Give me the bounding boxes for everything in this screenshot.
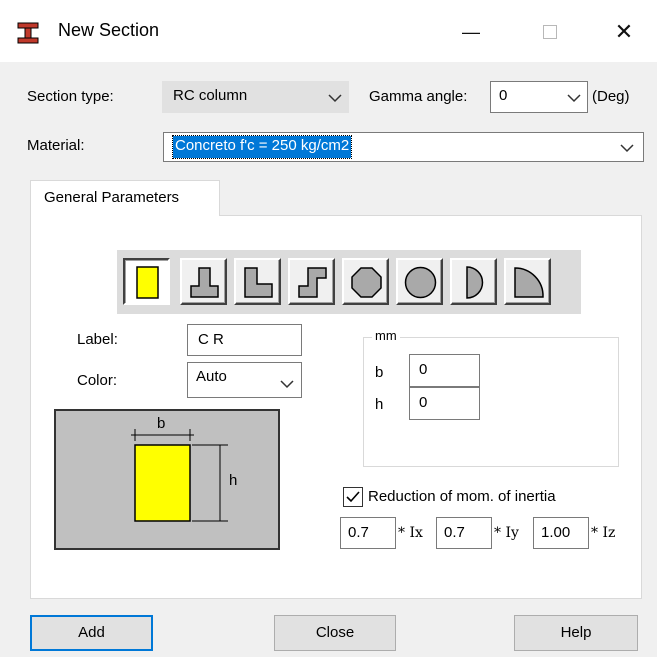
b-dimension-label: b: [375, 364, 384, 381]
gamma-angle-select[interactable]: 0: [490, 81, 588, 113]
section-preview: b h: [54, 409, 280, 550]
shape-z-button[interactable]: [288, 258, 335, 305]
section-preview-drawing: [131, 429, 228, 522]
iz-factor-label: * Iz: [591, 525, 616, 541]
shape-octagon-button[interactable]: [342, 258, 389, 305]
close-button[interactable]: Close: [274, 615, 396, 651]
shape-quarter-circle-button[interactable]: [504, 258, 551, 305]
inertia-reduction-checkbox[interactable]: [343, 487, 363, 507]
shape-circle-button[interactable]: [396, 258, 443, 305]
tab-general-parameters[interactable]: General Parameters: [30, 180, 220, 216]
section-type-select[interactable]: RC column: [162, 81, 349, 113]
chevron-down-icon: [620, 144, 634, 153]
material-label: Material:: [27, 137, 85, 154]
gamma-angle-unit: (Deg): [592, 88, 630, 105]
iy-factor-input[interactable]: 0.7: [436, 517, 492, 549]
iz-factor-value: 1.00: [541, 524, 571, 541]
checkmark-icon: [346, 491, 360, 503]
preview-h-label: h: [229, 472, 238, 489]
octagon-shape-icon: [351, 267, 382, 298]
h-dimension-input[interactable]: 0: [409, 387, 480, 420]
inverted-t-shape-icon: [190, 267, 219, 298]
label-input[interactable]: C R: [187, 324, 302, 356]
label-field-label: Label:: [77, 331, 118, 348]
dimensions-group: mm: [363, 328, 619, 467]
section-type-label: Section type:: [27, 88, 114, 105]
ix-factor-label: * Ix: [398, 525, 423, 541]
gamma-angle-label: Gamma angle:: [369, 88, 468, 105]
half-circle-shape-icon: [466, 266, 484, 299]
color-select[interactable]: Auto: [187, 362, 302, 398]
inertia-reduction-label: Reduction of mom. of inertia: [368, 488, 556, 505]
h-dimension-value: 0: [419, 394, 428, 411]
shape-inverted-t-button[interactable]: [180, 258, 227, 305]
close-icon: ✕: [614, 19, 634, 44]
title-bar: New Section — ✕: [0, 0, 657, 62]
chevron-down-icon: [328, 94, 342, 103]
ix-factor-value: 0.7: [348, 524, 369, 541]
shape-l-button[interactable]: [234, 258, 281, 305]
color-select-value: Auto: [196, 368, 227, 385]
iz-factor-input[interactable]: 1.00: [533, 517, 589, 549]
chevron-down-icon: [280, 380, 294, 389]
quarter-circle-shape-icon: [514, 267, 544, 298]
help-button[interactable]: Help: [514, 615, 638, 651]
color-field-label: Color:: [77, 372, 118, 389]
iy-factor-label: * Iy: [494, 525, 519, 541]
minimize-button[interactable]: —: [448, 12, 494, 52]
b-dimension-input[interactable]: 0: [409, 354, 480, 387]
gamma-angle-value: 0: [499, 87, 508, 104]
h-dimension-label: h: [375, 396, 384, 413]
l-shape-icon: [244, 267, 273, 298]
material-value: Concreto f'c = 250 kg/cm2: [171, 135, 353, 159]
shape-rectangle-button[interactable]: [123, 258, 170, 305]
window-title: New Section: [58, 20, 160, 40]
ix-factor-input[interactable]: 0.7: [340, 517, 396, 549]
circle-shape-icon: [404, 266, 437, 299]
maximize-icon: [543, 25, 557, 39]
b-dimension-value: 0: [419, 361, 428, 378]
z-shape-icon: [298, 267, 327, 298]
shape-half-circle-button[interactable]: [450, 258, 497, 305]
section-i-beam-icon: [17, 22, 39, 44]
maximize-button: [527, 12, 573, 52]
rectangle-shape-icon: [136, 266, 159, 299]
tab-general-parameters-label: General Parameters: [44, 189, 180, 206]
close-window-button[interactable]: ✕: [601, 12, 647, 52]
add-button[interactable]: Add: [30, 615, 153, 651]
chevron-down-icon: [567, 94, 581, 103]
preview-b-label: b: [157, 415, 166, 432]
material-select[interactable]: Concreto f'c = 250 kg/cm2: [163, 132, 644, 162]
label-input-value: C R: [198, 331, 224, 348]
minimize-icon: —: [462, 21, 480, 42]
iy-factor-value: 0.7: [444, 524, 465, 541]
dimensions-unit: mm: [372, 328, 400, 343]
section-type-value: RC column: [173, 87, 248, 104]
